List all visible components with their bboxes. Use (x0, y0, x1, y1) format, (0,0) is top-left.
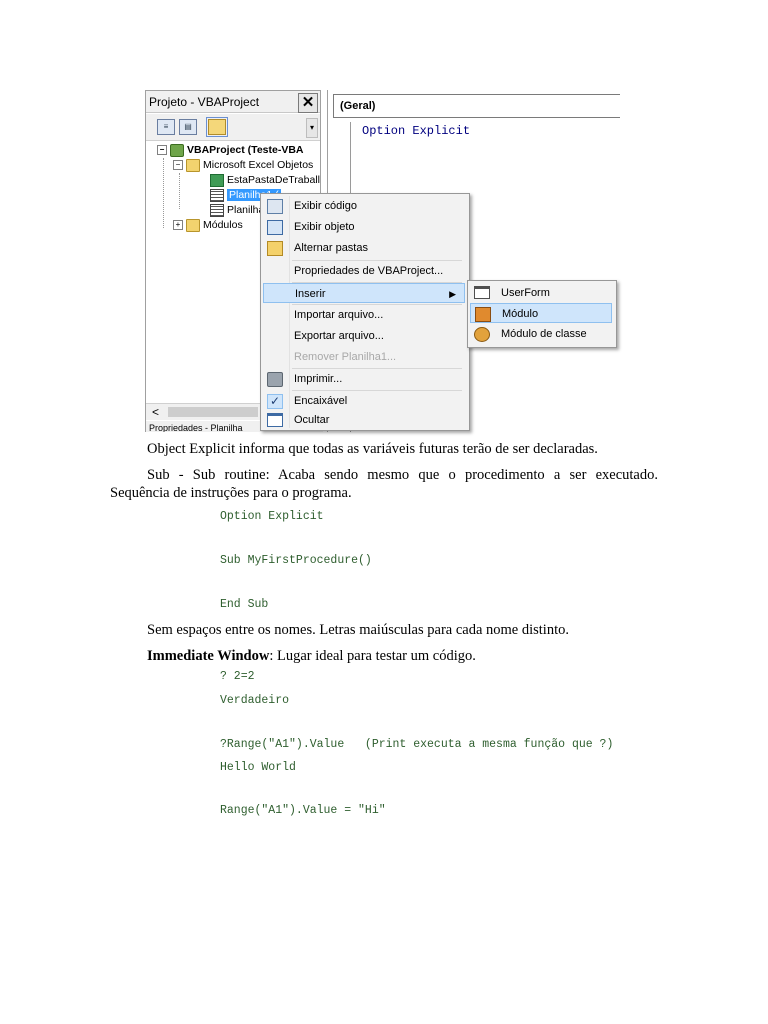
window-icon (267, 413, 283, 427)
code-line[interactable]: Option Explicit (362, 124, 470, 138)
paragraph-sub-line2: Sequência de instruções para o programa. (110, 485, 352, 501)
menu-item-label: Inserir (295, 288, 326, 300)
menu-item-label: Imprimir... (294, 373, 343, 385)
tree-workbook-label: EstaPastaDeTraball (227, 174, 320, 186)
menu-item-view-code[interactable]: Exibir código (263, 196, 465, 216)
code-line: End Sub (220, 598, 269, 611)
folder-icon (186, 218, 200, 232)
tree-connector (163, 158, 164, 228)
paragraph-option-explicit: Object Explicit informa que todas as var… (147, 441, 598, 457)
expand-icon[interactable]: + (173, 220, 183, 231)
code-line: Option Explicit (220, 510, 324, 523)
immediate-window-term: Immediate Window (147, 648, 270, 664)
tree-sheet-2[interactable]: Planilha (210, 203, 264, 217)
menu-item-label: Alternar pastas (294, 242, 368, 254)
checkmark-icon: ✓ (267, 394, 283, 409)
printer-icon (267, 372, 283, 387)
tree-folder-objects[interactable]: − Microsoft Excel Objetos (173, 158, 313, 172)
toggle-folders-icon (267, 241, 283, 256)
submenu-arrow-icon: ▶ (449, 289, 456, 299)
scroll-left-icon[interactable]: < (152, 405, 159, 419)
paragraph-immediate-window: Immediate Window: Lugar ideal para testa… (147, 647, 476, 665)
menu-item-hide[interactable]: Ocultar (263, 410, 465, 430)
scroll-thumb[interactable] (168, 407, 258, 417)
menu-item-label: Exibir objeto (294, 221, 355, 233)
code-line: ? 2=2 (220, 670, 255, 683)
view-code-icon (267, 199, 283, 214)
menu-item-dockable[interactable]: ✓ Encaixável (263, 391, 465, 411)
tree-folder-modules[interactable]: + Módulos (173, 218, 243, 232)
collapse-icon[interactable]: − (157, 145, 167, 156)
menu-item-label: Exibir código (294, 200, 357, 212)
project-toolbar: ≡ ▤ ▾ (146, 114, 320, 141)
menu-item-label: Ocultar (294, 414, 330, 426)
userform-icon (474, 286, 490, 299)
tree-sheet-2-label: Planilha (227, 204, 265, 216)
immediate-window-desc: : Lugar ideal para testar um código. (269, 648, 476, 664)
toolbar-scroll-icon[interactable]: ▾ (306, 118, 318, 138)
menu-item-remove: Remover Planilha1... (263, 347, 465, 367)
menu-item-insert[interactable]: Inserir ▶ (263, 283, 465, 303)
code-line: Sub MyFirstProcedure() (220, 554, 372, 567)
worksheet-icon (210, 203, 224, 217)
project-explorer-title: Projeto - VBAProject (146, 91, 320, 113)
class-module-icon (474, 327, 490, 342)
tree-workbook[interactable]: EstaPastaDeTraball (210, 173, 320, 187)
tree-project-label: VBAProject (Teste-VBA (187, 144, 304, 156)
object-combo[interactable]: (Geral) (333, 94, 620, 118)
menu-item-label: Importar arquivo... (294, 309, 384, 321)
menu-item-label: Remover Planilha1... (294, 351, 397, 363)
menu-item-view-object[interactable]: Exibir objeto (263, 217, 465, 237)
collapse-icon[interactable]: − (173, 160, 183, 171)
tree-connector (179, 173, 180, 209)
menu-item-label: Exportar arquivo... (294, 330, 384, 342)
menu-item-label: Encaixável (294, 395, 348, 407)
menu-item-import[interactable]: Importar arquivo... (263, 305, 465, 325)
code-line: Hello World (220, 761, 296, 774)
submenu-item-module[interactable]: Módulo (470, 303, 612, 323)
tree-folder-modules-label: Módulos (203, 219, 243, 231)
tree-folder-objects-label: Microsoft Excel Objetos (203, 159, 314, 171)
menu-item-print[interactable]: Imprimir... (263, 369, 465, 389)
code-line: Range("A1").Value = "Hi" (220, 804, 386, 817)
menu-item-properties[interactable]: Propriedades de VBAProject... (263, 261, 465, 281)
menu-item-toggle-folders[interactable]: Alternar pastas (263, 238, 465, 258)
submenu-item-label: Módulo de classe (501, 328, 587, 340)
menu-item-export[interactable]: Exportar arquivo... (263, 326, 465, 346)
submenu-item-class-module[interactable]: Módulo de classe (470, 324, 612, 344)
submenu-item-userform[interactable]: UserForm (470, 283, 612, 303)
code-line: Verdadeiro (220, 694, 290, 707)
folder-icon (186, 158, 200, 172)
vba-project-icon (170, 143, 184, 157)
view-object-icon (267, 220, 283, 235)
insert-submenu: UserForm Módulo Módulo de classe (467, 280, 617, 348)
paragraph-sub-line1: Sub - Sub routine: Acaba sendo mesmo que… (147, 467, 658, 483)
view-code-icon[interactable]: ≡ (157, 119, 175, 135)
close-icon[interactable]: ✕ (298, 93, 318, 113)
submenu-item-label: UserForm (501, 287, 550, 299)
view-object-icon[interactable]: ▤ (179, 119, 197, 135)
module-icon (475, 307, 491, 322)
submenu-item-label: Módulo (502, 308, 539, 320)
excel-workbook-icon (210, 173, 224, 187)
toggle-folders-icon[interactable] (206, 117, 228, 137)
worksheet-icon (210, 188, 224, 202)
tree-project[interactable]: − VBAProject (Teste-VBA (157, 143, 304, 157)
menu-item-label: Propriedades de VBAProject... (294, 265, 444, 277)
paragraph-naming: Sem espaços entre os nomes. Letras maiús… (147, 622, 569, 638)
context-menu: Exibir código Exibir objeto Alternar pas… (260, 193, 470, 431)
code-line: ?Range("A1").Value (Print executa a mesm… (220, 738, 614, 751)
